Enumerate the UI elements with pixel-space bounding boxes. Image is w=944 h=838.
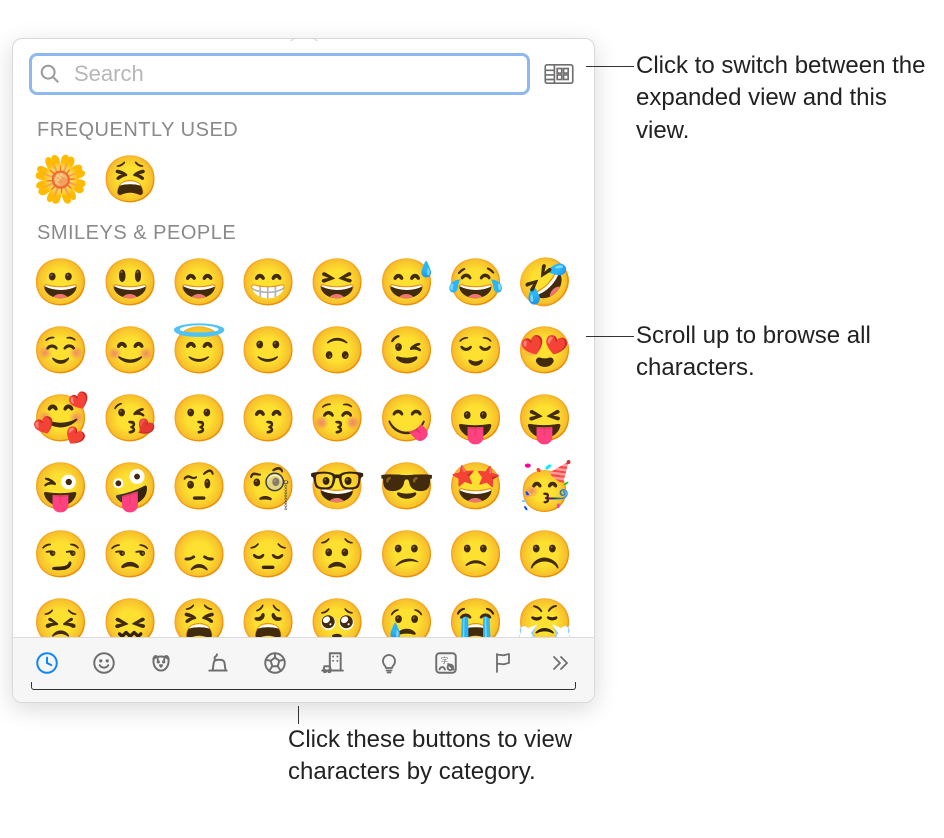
emoji-item[interactable]: 😄: [169, 253, 229, 313]
category-bar: 字: [13, 637, 594, 702]
emoji-grid-frequently-used: 🌼😫: [31, 150, 576, 210]
emoji-item[interactable]: 😉: [377, 321, 437, 381]
emoji-item[interactable]: 😜: [31, 457, 91, 517]
emoji-item[interactable]: 😔: [238, 525, 298, 585]
animal-icon: [148, 650, 174, 676]
callout-categories: Click these buttons to view characters b…: [288, 724, 588, 789]
ball-icon: [262, 650, 288, 676]
emoji-item[interactable]: 🤪: [100, 457, 160, 517]
emoji-item[interactable]: 😙: [238, 389, 298, 449]
emoji-item[interactable]: 😂: [446, 253, 506, 313]
smiley-icon: [91, 650, 117, 676]
emoji-item[interactable]: 😖: [100, 593, 160, 637]
callout-expand-text: Click to switch between the expanded vie…: [636, 52, 925, 144]
category-animals-nature-button[interactable]: [139, 646, 183, 680]
emoji-item[interactable]: 😌: [446, 321, 506, 381]
emoji-scroll-area[interactable]: FREQUENTLY USED 🌼😫 SMILEYS & PEOPLE 😀😃😄😁…: [13, 107, 594, 637]
category-frequently-used-button[interactable]: [25, 646, 69, 680]
flag-icon: [491, 650, 515, 676]
header-row: [13, 39, 594, 107]
emoji-item[interactable]: 🤣: [515, 253, 575, 313]
emoji-item[interactable]: 🌼: [31, 150, 91, 210]
search-input[interactable]: [29, 53, 530, 95]
emoji-item[interactable]: 😀: [31, 253, 91, 313]
emoji-item[interactable]: 🙁: [446, 525, 506, 585]
category-activity-button[interactable]: [253, 646, 297, 680]
emoji-grid-smileys-people: 😀😃😄😁😆😅😂🤣 ☺️😊😇🙂🙃😉😌😍 🥰😘😗😙😚😋😛😝 😜🤪🤨🧐🤓😎🤩🥳 😏😒😞😔😟😕🙁…: [31, 253, 576, 637]
category-travel-places-button[interactable]: [310, 646, 354, 680]
emoji-item[interactable]: 😣: [31, 593, 91, 637]
emoji-item[interactable]: 😅: [377, 253, 437, 313]
emoji-item[interactable]: ☹️: [515, 525, 575, 585]
emoji-item[interactable]: 😚: [308, 389, 368, 449]
callout-categories-text: Click these buttons to view characters b…: [288, 726, 572, 785]
emoji-item[interactable]: 😎: [377, 457, 437, 517]
emoji-item[interactable]: 😞: [169, 525, 229, 585]
emoji-item[interactable]: 😘: [100, 389, 160, 449]
emoji-item[interactable]: 😕: [377, 525, 437, 585]
emoji-item[interactable]: 🤩: [446, 457, 506, 517]
travel-icon: [318, 650, 346, 676]
category-row: 字: [25, 646, 582, 680]
emoji-item[interactable]: 😭: [446, 593, 506, 637]
emoji-item[interactable]: 🙂: [238, 321, 298, 381]
emoji-item[interactable]: 🤓: [308, 457, 368, 517]
search-icon: [39, 63, 61, 85]
chevrons-icon: [548, 651, 572, 675]
emoji-item[interactable]: 😃: [100, 253, 160, 313]
emoji-item[interactable]: 😏: [31, 525, 91, 585]
emoji-item[interactable]: ☺️: [31, 321, 91, 381]
emoji-item[interactable]: 😢: [377, 593, 437, 637]
emoji-item[interactable]: 😒: [100, 525, 160, 585]
emoji-item[interactable]: 😩: [238, 593, 298, 637]
emoji-item[interactable]: 🥳: [515, 457, 575, 517]
emoji-item[interactable]: 😤: [515, 593, 575, 637]
emoji-item[interactable]: 😋: [377, 389, 437, 449]
category-bracket: [25, 682, 582, 692]
character-viewer-popover: FREQUENTLY USED 🌼😫 SMILEYS & PEOPLE 😀😃😄😁…: [12, 38, 595, 703]
category-food-drink-button[interactable]: [196, 646, 240, 680]
category-flags-button[interactable]: [481, 646, 525, 680]
emoji-item[interactable]: 🤨: [169, 457, 229, 517]
emoji-item[interactable]: 🧐: [238, 457, 298, 517]
emoji-item[interactable]: 😍: [515, 321, 575, 381]
emoji-item[interactable]: 🥰: [31, 389, 91, 449]
emoji-item[interactable]: 🙃: [308, 321, 368, 381]
category-smileys-people-button[interactable]: [82, 646, 126, 680]
emoji-item[interactable]: 😆: [308, 253, 368, 313]
emoji-item[interactable]: 😛: [446, 389, 506, 449]
emoji-item[interactable]: 😗: [169, 389, 229, 449]
section-title-frequently-used: FREQUENTLY USED: [37, 119, 576, 142]
emoji-item[interactable]: 😁: [238, 253, 298, 313]
emoji-item[interactable]: 🥺: [308, 593, 368, 637]
category-more-button[interactable]: [538, 646, 582, 680]
emoji-item[interactable]: 😫: [169, 593, 229, 637]
emoji-item[interactable]: 😇: [169, 321, 229, 381]
food-icon: [205, 650, 231, 676]
callout-expand: Click to switch between the expanded vie…: [636, 50, 936, 147]
category-symbols-button[interactable]: 字: [424, 646, 468, 680]
search-wrap: [29, 53, 530, 95]
bulb-icon: [377, 650, 401, 676]
callout-scroll-text: Scroll up to browse all characters.: [636, 322, 871, 381]
toggle-expanded-view-button[interactable]: [540, 57, 578, 91]
category-objects-button[interactable]: [367, 646, 411, 680]
emoji-item[interactable]: 😝: [515, 389, 575, 449]
clock-icon: [34, 650, 60, 676]
svg-text:字: 字: [441, 655, 449, 665]
emoji-item[interactable]: 😟: [308, 525, 368, 585]
emoji-item[interactable]: 😊: [100, 321, 160, 381]
emoji-item[interactable]: 😫: [100, 150, 160, 210]
symbols-icon: 字: [433, 650, 459, 676]
callout-scroll: Scroll up to browse all characters.: [636, 320, 936, 385]
section-title-smileys-people: SMILEYS & PEOPLE: [37, 222, 576, 245]
